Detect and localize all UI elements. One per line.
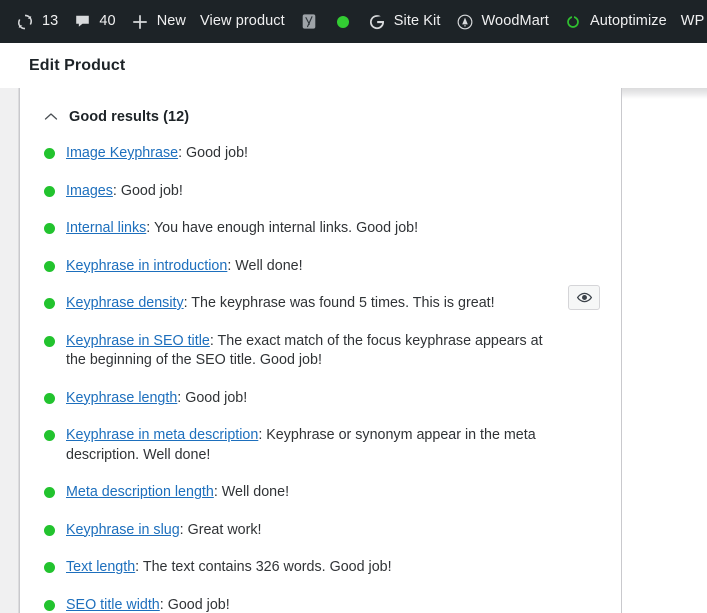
result-status-bullet-icon: [44, 260, 55, 272]
yoast-seo-icon: [299, 12, 319, 32]
adminbar-wp-rocket-label: WP Rocket: [680, 13, 707, 30]
result-text: Internal links: You have enough internal…: [66, 219, 418, 239]
wp-admin-bar: 13 40 New View product Site Kit WoodMart Autop…: [0, 0, 707, 43]
google-g-icon: [367, 12, 387, 32]
result-message: : Good job!: [178, 145, 249, 161]
adminbar-view-product-label: View product: [200, 13, 285, 30]
result-message: : Good job!: [112, 182, 183, 199]
result-help-link[interactable]: Keyphrase length: [66, 390, 177, 406]
result-help-link[interactable]: Keyphrase in slug: [66, 522, 180, 538]
result-text: Images: Good job!: [66, 182, 183, 202]
page-header: Edit Product: [0, 43, 707, 88]
result-status-bullet-icon: [44, 487, 55, 498]
result-text: Text length: The text contains 326 words…: [66, 558, 392, 578]
result-text: Keyphrase length: Good job!: [66, 389, 247, 409]
woodmart-icon: [455, 12, 475, 32]
result-text: Keyphrase in SEO title: The exact match …: [66, 332, 551, 371]
result-help-link[interactable]: Keyphrase density: [66, 295, 184, 311]
result-help-link[interactable]: Image Keyphrase: [66, 145, 178, 161]
analysis-result-item: Internal links: You have enough internal…: [20, 219, 621, 239]
result-message: : Well done!: [227, 257, 303, 274]
adminbar-updates-label: 13: [42, 13, 59, 30]
autoptimize-icon: [563, 12, 583, 32]
result-status-bullet-icon: [44, 298, 55, 309]
result-help-link[interactable]: Images: [66, 183, 113, 199]
result-help-link[interactable]: Keyphrase in introduction: [66, 258, 227, 274]
result-text: Keyphrase in slug: Great work!: [66, 521, 262, 541]
wordpress-updates-icon: [15, 12, 35, 32]
adminbar-view-product[interactable]: View product: [193, 0, 292, 43]
adminbar-autoptimize[interactable]: Autoptimize: [556, 0, 674, 43]
eye-icon: [574, 288, 594, 308]
result-message: : You have enough internal links. Good j…: [146, 220, 419, 236]
workspace: Good results (12) Image Keyphrase: Good …: [0, 88, 707, 613]
analysis-result-item: Keyphrase density: The keyphrase was fou…: [20, 285, 621, 314]
result-help-link[interactable]: Internal links: [66, 220, 146, 236]
result-text: SEO title width: Good job!: [66, 596, 230, 613]
good-results-header[interactable]: Good results (12): [20, 106, 621, 128]
result-status-bullet-icon: [44, 599, 55, 611]
adminbar-seo-score[interactable]: [326, 0, 360, 43]
result-status-bullet-icon: [44, 392, 55, 404]
good-results-section: Good results (12) Image Keyphrase: Good …: [20, 88, 621, 613]
analysis-result-item: Images: Good job!: [20, 182, 621, 202]
adminbar-updates[interactable]: 13: [8, 0, 65, 43]
result-status-bullet-icon: [44, 223, 55, 234]
green-dot-icon: [333, 12, 353, 32]
result-help-link[interactable]: Keyphrase in meta description: [66, 427, 258, 443]
result-help-link[interactable]: Keyphrase in SEO title: [66, 333, 210, 349]
result-message: : The text contains 326 words. Good job!: [135, 559, 392, 575]
result-status-bullet-icon: [44, 524, 55, 536]
analysis-result-item: Image Keyphrase: Good job!: [20, 144, 621, 164]
adminbar-yoast[interactable]: [292, 0, 326, 43]
adminbar-site-kit[interactable]: Site Kit: [360, 0, 448, 43]
result-text: Keyphrase in meta description: Keyphrase…: [66, 426, 551, 465]
result-status-bullet-icon: [44, 562, 55, 573]
result-help-link[interactable]: Meta description length: [66, 484, 214, 500]
analysis-result-item: Keyphrase in meta description: Keyphrase…: [20, 426, 621, 465]
result-status-bullet-icon: [44, 335, 55, 347]
adminbar-woodmart-label: WoodMart: [481, 13, 549, 30]
left-gutter: [0, 88, 19, 613]
result-text: Keyphrase in introduction: Well done!: [66, 257, 303, 277]
comment-bubble-icon: [72, 12, 92, 32]
analysis-result-item: Text length: The text contains 326 words…: [20, 558, 621, 578]
analysis-result-item: Keyphrase in SEO title: The exact match …: [20, 332, 621, 371]
result-message: : Well done!: [213, 484, 290, 500]
result-status-bullet-icon: [44, 430, 55, 441]
result-message: : Good job!: [159, 596, 230, 613]
adminbar-comments[interactable]: 40: [65, 0, 122, 43]
analysis-result-item: Meta description length: Well done!: [20, 483, 621, 503]
good-results-list: Image Keyphrase: Good job! Images: Good j…: [20, 128, 621, 613]
adminbar-new[interactable]: New: [123, 0, 193, 43]
adminbar-woodmart[interactable]: WoodMart: [448, 0, 556, 43]
result-text: Meta description length: Well done!: [66, 483, 289, 503]
analysis-result-item: Keyphrase in slug: Great work!: [20, 521, 621, 541]
result-status-bullet-icon: [44, 148, 55, 159]
adminbar-comments-label: 40: [99, 13, 116, 30]
result-message: : Good job!: [177, 389, 248, 406]
result-status-bullet-icon: [44, 185, 55, 197]
analysis-result-item: Keyphrase in introduction: Well done!: [20, 257, 621, 277]
highlight-in-text-button[interactable]: [568, 285, 600, 310]
result-text: Keyphrase density: The keyphrase was fou…: [66, 294, 495, 314]
result-help-link[interactable]: SEO title width: [66, 597, 160, 613]
good-results-title: Good results (12): [69, 109, 190, 125]
result-message: : Great work!: [179, 521, 262, 538]
result-message: : The keyphrase was found 5 times. This …: [183, 295, 495, 311]
adminbar-autoptimize-label: Autoptimize: [589, 13, 667, 30]
adminbar-wp-rocket[interactable]: WP Rocket: [674, 0, 707, 43]
page-title: Edit Product: [29, 56, 126, 74]
adminbar-site-kit-label: Site Kit: [393, 13, 441, 30]
adminbar-new-label: New: [156, 13, 186, 30]
analysis-result-item: Keyphrase length: Good job!: [20, 389, 621, 409]
plus-icon: [130, 12, 150, 32]
analysis-result-item: SEO title width: Good job!: [20, 596, 621, 613]
seo-analysis-panel: Good results (12) Image Keyphrase: Good …: [19, 88, 622, 613]
result-text: Image Keyphrase: Good job!: [66, 144, 248, 164]
chevron-up-icon[interactable]: [44, 110, 58, 124]
result-help-link[interactable]: Text length: [66, 559, 135, 575]
